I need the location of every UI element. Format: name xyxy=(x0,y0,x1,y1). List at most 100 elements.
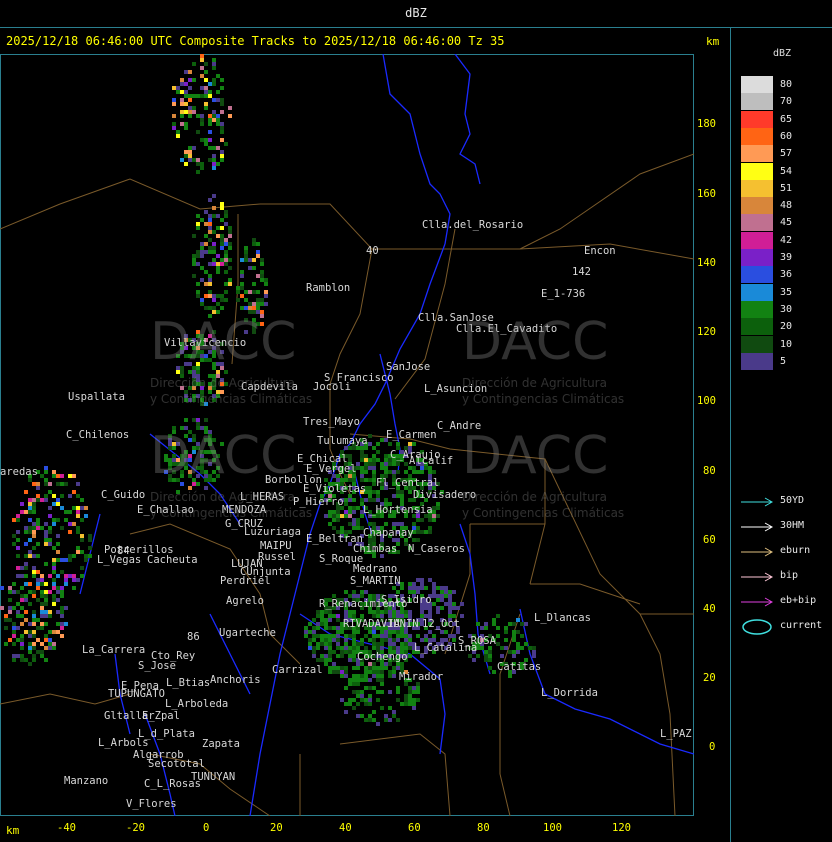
echo-pixel xyxy=(444,630,448,634)
echo-pixel xyxy=(400,630,404,634)
echo-pixel xyxy=(404,634,408,638)
echo-pixel xyxy=(352,706,356,710)
echo-pixel xyxy=(420,654,424,658)
echo-pixel xyxy=(32,646,36,650)
echo-pixel xyxy=(56,542,60,546)
echo-pixel xyxy=(324,654,328,658)
echo-pixel xyxy=(392,674,396,678)
echo-pixel xyxy=(220,294,224,298)
echo-pixel xyxy=(432,514,436,518)
echo-pixel xyxy=(216,162,220,166)
echo-pixel xyxy=(32,634,36,638)
place-label: Manzano xyxy=(64,775,109,787)
echo-pixel xyxy=(52,522,56,526)
echo-pixel xyxy=(408,634,412,638)
echo-pixel xyxy=(60,526,64,530)
echo-pixel xyxy=(44,610,48,614)
echo-pixel xyxy=(196,162,200,166)
echo-pixel xyxy=(172,102,176,106)
echo-pixel xyxy=(428,518,432,522)
echo-pixel xyxy=(344,646,348,650)
echo-pixel xyxy=(40,614,44,618)
echo-pixel xyxy=(256,298,260,302)
place-label: C_Guido xyxy=(101,489,146,501)
echo-pixel xyxy=(24,630,28,634)
track-arrow-icon xyxy=(741,547,774,557)
echo-pixel xyxy=(12,606,16,610)
echo-pixel xyxy=(400,498,404,502)
echo-pixel xyxy=(356,642,360,646)
echo-pixel xyxy=(264,282,268,286)
echo-pixel xyxy=(448,594,452,598)
current-legend-label: current xyxy=(780,620,823,631)
echo-pixel xyxy=(380,666,384,670)
echo-pixel xyxy=(12,622,16,626)
echo-pixel xyxy=(416,686,420,690)
echo-pixel xyxy=(396,470,400,474)
echo-pixel xyxy=(400,490,404,494)
echo-pixel xyxy=(328,650,332,654)
echo-pixel xyxy=(332,518,336,522)
echo-pixel xyxy=(204,94,208,98)
title-divider xyxy=(0,27,832,28)
echo-pixel xyxy=(20,642,24,646)
echo-pixel xyxy=(176,86,180,90)
radar-map[interactable]: Clla.del_Rosario Encon 142 E_1-736 Ramblon Cl… xyxy=(0,54,694,816)
echo-pixel xyxy=(60,634,64,638)
echo-pixel xyxy=(384,470,388,474)
echo-pixel xyxy=(36,578,40,582)
echo-pixel xyxy=(216,90,220,94)
echo-pixel xyxy=(416,698,420,702)
place-label: L_Dorrida xyxy=(541,687,598,699)
echo-pixel xyxy=(64,558,68,562)
echo-pixel xyxy=(372,490,376,494)
echo-pixel xyxy=(400,646,404,650)
echo-pixel xyxy=(436,594,440,598)
echo-pixel xyxy=(364,458,368,462)
echo-pixel xyxy=(184,90,188,94)
echo-pixel xyxy=(240,274,244,278)
echo-pixel xyxy=(304,634,308,638)
x-tick-40: 40 xyxy=(339,822,352,834)
echo-pixel xyxy=(344,702,348,706)
echo-pixel xyxy=(36,598,40,602)
echo-pixel xyxy=(188,158,192,162)
place-label: Clla.del_Rosario xyxy=(422,219,524,231)
echo-pixel xyxy=(328,618,332,622)
echo-pixel xyxy=(516,650,520,654)
echo-pixel xyxy=(388,642,392,646)
echo-pixel xyxy=(52,566,56,570)
echo-pixel xyxy=(520,634,524,638)
echo-pixel xyxy=(180,90,184,94)
echo-pixel xyxy=(516,646,520,650)
echo-pixel xyxy=(336,654,340,658)
track-legend-label: 30HM xyxy=(780,520,805,531)
legend-level-label: 54 xyxy=(780,165,793,177)
echo-pixel xyxy=(372,646,376,650)
echo-pixel xyxy=(336,514,340,518)
echo-pixel xyxy=(192,62,196,66)
echo-pixel xyxy=(368,442,372,446)
track-arrow-icon xyxy=(741,597,774,607)
echo-pixel xyxy=(28,634,32,638)
echo-pixel xyxy=(500,654,504,658)
echo-pixel xyxy=(344,642,348,646)
echo-pixel xyxy=(48,642,52,646)
echo-pixel xyxy=(492,622,496,626)
echo-pixel xyxy=(24,598,28,602)
echo-pixel xyxy=(320,642,324,646)
echo-pixel xyxy=(248,302,252,306)
echo-pixel xyxy=(420,518,424,522)
echo-pixel xyxy=(388,706,392,710)
echo-pixel xyxy=(52,586,56,590)
legend-swatch-57 xyxy=(741,145,773,163)
echo-pixel xyxy=(412,702,416,706)
echo-pixel xyxy=(52,502,56,506)
echo-pixel xyxy=(368,686,372,690)
echo-pixel xyxy=(228,242,232,246)
echo-pixel xyxy=(328,610,332,614)
echo-pixel xyxy=(360,470,364,474)
echo-pixel xyxy=(476,622,480,626)
echo-pixel xyxy=(252,302,256,306)
echo-pixel xyxy=(28,518,32,522)
